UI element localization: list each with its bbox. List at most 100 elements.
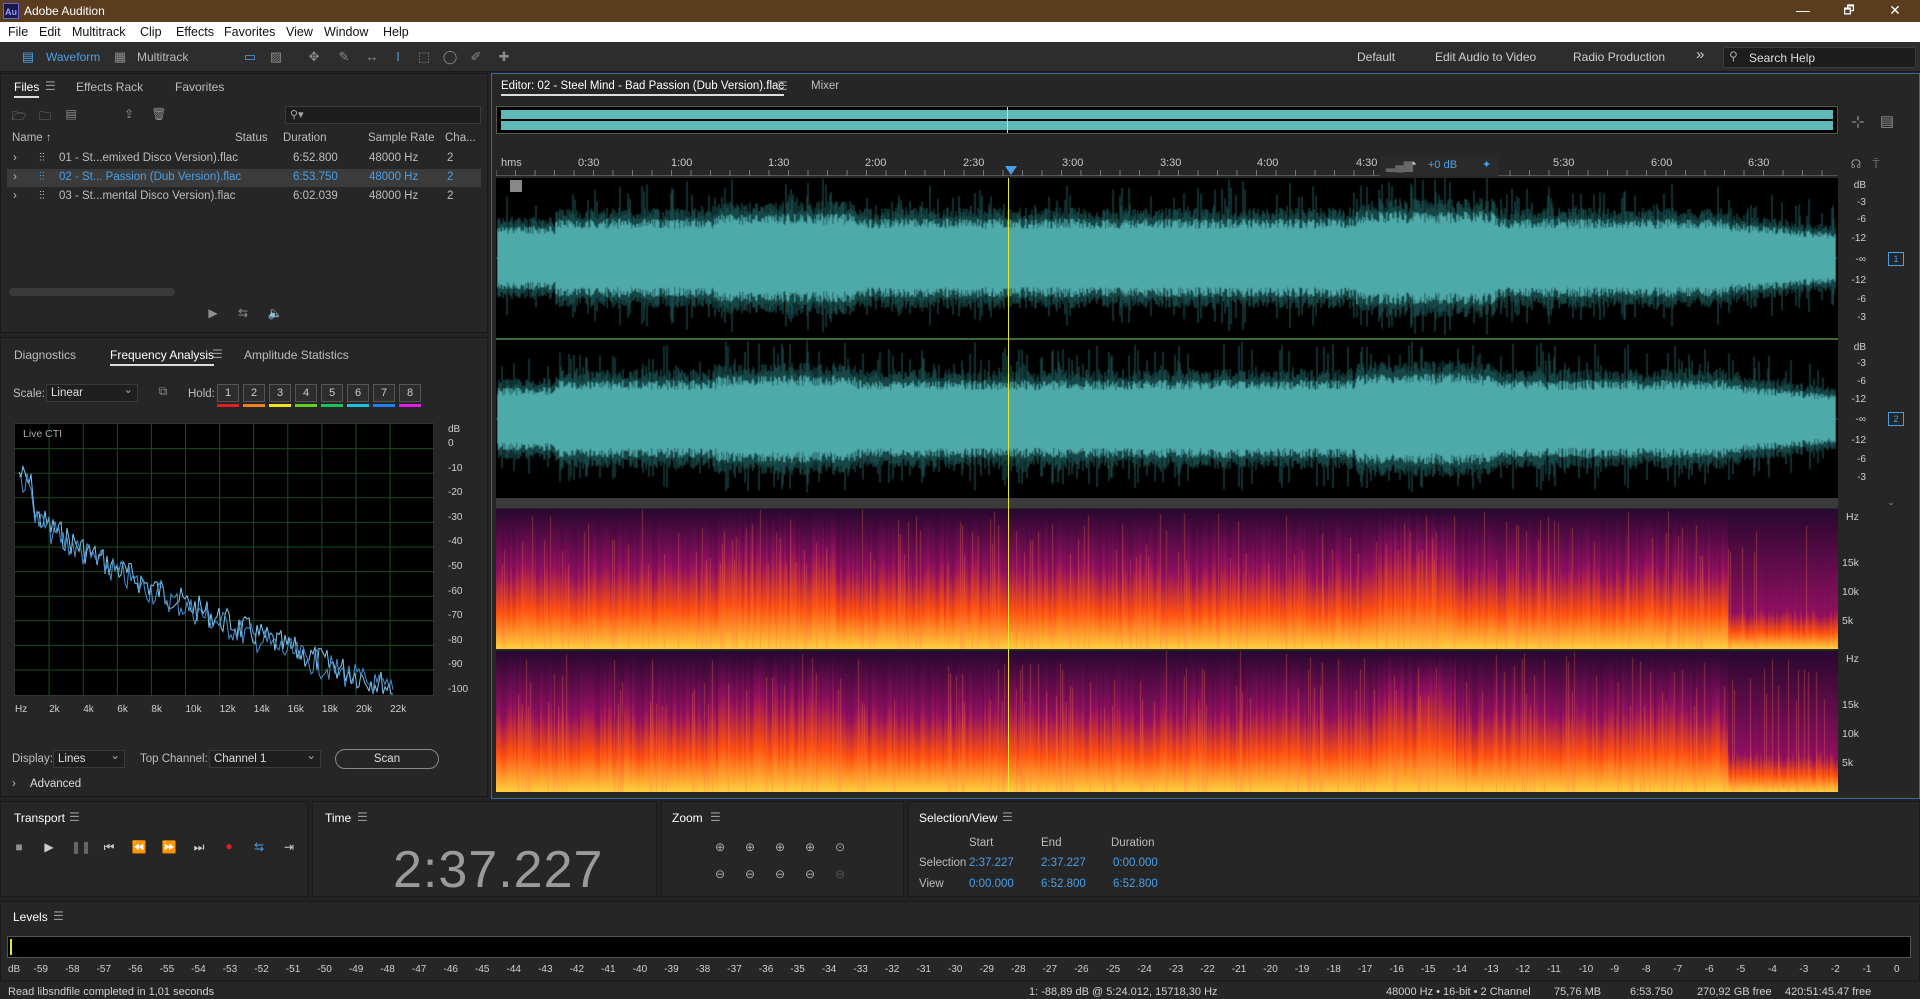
loop-icon[interactable]: ⇆ (251, 840, 267, 854)
hold-button-3[interactable]: 3 (269, 384, 291, 402)
workspace-radio-production[interactable]: Radio Production (1573, 50, 1665, 64)
spectral-display-icon[interactable]: ▨ (268, 49, 284, 65)
overlay-icon[interactable]: ⧉ (155, 384, 171, 399)
hud-gain[interactable]: ▂▄▆ ◔ +0 dB ✦ (1380, 156, 1498, 176)
view-duration[interactable]: 6:52.800 (1113, 878, 1158, 890)
file-row-selected[interactable]: › ⫶⫶ 02 - St... Passion (Dub Version).fl… (7, 169, 481, 187)
hold-button-2[interactable]: 2 (243, 384, 265, 402)
levels-menu-icon[interactable]: ☰ (53, 909, 64, 923)
scroll-zoom-icon[interactable] (510, 180, 522, 192)
zoom-out-time-icon[interactable]: ⊖ (742, 867, 758, 881)
zoom-in-left-icon[interactable]: ⊕ (802, 840, 818, 854)
import-file-icon[interactable]: 🗀 (37, 107, 53, 128)
tab-amplitude-statistics[interactable]: Amplitude Statistics (244, 348, 349, 362)
selection-duration[interactable]: 0:00.000 (1113, 857, 1158, 869)
zoom-in-selection-icon[interactable]: ⊕ (772, 840, 788, 854)
hold-button-5[interactable]: 5 (321, 384, 343, 402)
gain-knob-icon[interactable]: ◔ (1408, 156, 1417, 173)
advanced-toggle[interactable]: Advanced (30, 778, 81, 790)
menu-edit[interactable]: Edit (39, 25, 61, 39)
tab-mixer[interactable]: Mixer (811, 80, 839, 92)
files-search-input[interactable]: ⚲▾ (285, 106, 481, 124)
zoom-out-right-icon[interactable]: ⊖ (802, 867, 818, 881)
tab-effects-rack[interactable]: Effects Rack (76, 80, 143, 94)
zoom-in-time-icon[interactable]: ⊕ (742, 840, 758, 854)
spectral-channel-2[interactable] (496, 651, 1838, 792)
hud-pin-icon[interactable]: ✦ (1482, 158, 1491, 171)
files-scrollbar[interactable] (9, 288, 175, 296)
col-name[interactable]: Name ↑ (12, 132, 52, 144)
overview-waveform[interactable] (496, 106, 1838, 134)
zoom-in-amplitude-icon[interactable]: ⊕ (712, 840, 728, 854)
move-tool-icon[interactable]: ✥ (306, 49, 322, 65)
waveform-channel-2[interactable] (496, 340, 1838, 498)
display-dropdown[interactable]: Lines (53, 748, 125, 768)
zoom-to-selection-icon[interactable]: ⊹ (1850, 112, 1866, 132)
col-sample-rate[interactable]: Sample Rate (368, 132, 434, 144)
top-channel-dropdown[interactable]: Channel 1 (209, 748, 321, 768)
spot-healing-tool-icon[interactable]: ✚ (496, 49, 512, 65)
menu-favorites[interactable]: Favorites (224, 25, 275, 39)
selection-end[interactable]: 2:37.227 (1041, 857, 1086, 869)
zoom-out-amplitude-icon[interactable]: ⊖ (712, 867, 728, 881)
channel-1-badge[interactable]: 1 (1888, 252, 1904, 266)
menu-window[interactable]: Window (324, 25, 368, 39)
col-channels[interactable]: Cha... (445, 132, 476, 144)
tab-editor[interactable]: Editor: 02 - Steel Mind - Bad Passion (D… (501, 80, 785, 96)
multitrack-button[interactable]: Multitrack (137, 46, 188, 68)
hold-button-6[interactable]: 6 (347, 384, 369, 402)
transport-menu-icon[interactable]: ☰ (69, 810, 80, 824)
analysis-menu-icon[interactable]: ☰ (212, 347, 223, 361)
stop-icon[interactable]: ■ (11, 840, 27, 854)
auto-play-icon[interactable]: 🔈 (267, 306, 283, 320)
selection-start[interactable]: 2:37.227 (969, 857, 1014, 869)
search-help-field[interactable]: ⚲ Search Help (1723, 47, 1916, 68)
playhead-marker[interactable] (1005, 166, 1017, 175)
time-selection-tool-icon[interactable]: I (390, 49, 406, 65)
scan-button[interactable]: Scan (335, 749, 439, 769)
menu-clip[interactable]: Clip (140, 25, 162, 39)
minimize-button[interactable]: — (1780, 0, 1826, 22)
selection-view-menu-icon[interactable]: ☰ (1002, 810, 1013, 824)
menu-help[interactable]: Help (383, 25, 409, 39)
workspaces-more-button[interactable]: » (1696, 46, 1704, 63)
loop-preview-icon[interactable]: ⇆ (235, 306, 251, 320)
pause-icon[interactable]: ❚❚ (71, 840, 91, 854)
razor-tool-icon[interactable]: ✎ (336, 49, 352, 65)
expand-chevron-icon[interactable]: ⌄ (1883, 497, 1899, 508)
waveform-button[interactable]: Waveform (46, 46, 100, 68)
col-status[interactable]: Status (235, 132, 268, 144)
advanced-chevron-icon[interactable]: › (12, 778, 16, 790)
waveform-channel-1[interactable] (496, 178, 1838, 338)
workspace-edit-audio-to-video[interactable]: Edit Audio to Video (1435, 50, 1536, 64)
zoom-reset-icon[interactable]: ⊙ (832, 840, 848, 854)
hud-gain-value[interactable]: +0 dB (1428, 159, 1457, 171)
play-preview-icon[interactable]: ▶ (205, 306, 221, 320)
tab-files[interactable]: Files (14, 80, 40, 98)
hold-button-1[interactable]: 1 (217, 384, 239, 402)
skip-selection-icon[interactable]: ⇥ (281, 840, 297, 854)
slip-tool-icon[interactable]: ↔ (364, 49, 380, 65)
overview-options-icon[interactable]: ▤ (1879, 112, 1895, 130)
view-start[interactable]: 0:00.000 (969, 878, 1014, 890)
previous-icon[interactable]: ⏮ (101, 840, 117, 855)
tab-diagnostics[interactable]: Diagnostics (14, 348, 76, 362)
new-file-icon[interactable]: ▤ (63, 107, 79, 121)
hold-button-7[interactable]: 7 (373, 384, 395, 402)
open-file-icon[interactable]: 🗁 (11, 107, 27, 128)
editor-menu-icon[interactable]: ☰ (777, 79, 788, 93)
menu-multitrack[interactable]: Multitrack (72, 25, 125, 39)
waveform-display-icon[interactable]: ▭ (242, 49, 258, 65)
play-icon[interactable]: ▶ (41, 840, 57, 854)
marquee-tool-icon[interactable]: ⬚ (416, 49, 432, 65)
workspace-default[interactable]: Default (1357, 50, 1395, 64)
menu-view[interactable]: View (286, 25, 313, 39)
file-row[interactable]: › ⫶⫶ 01 - St...emixed Disco Version).fla… (7, 150, 481, 168)
brush-tool-icon[interactable]: ✐ (468, 49, 484, 65)
menu-file[interactable]: File (8, 25, 28, 39)
hold-button-8[interactable]: 8 (399, 384, 421, 402)
waveform-spectral-divider[interactable] (496, 498, 1838, 508)
close-button[interactable]: ✕ (1872, 0, 1918, 22)
insert-into-multitrack-icon[interactable]: ⇪ (121, 107, 137, 121)
files-menu-icon[interactable]: ☰ (45, 79, 56, 93)
